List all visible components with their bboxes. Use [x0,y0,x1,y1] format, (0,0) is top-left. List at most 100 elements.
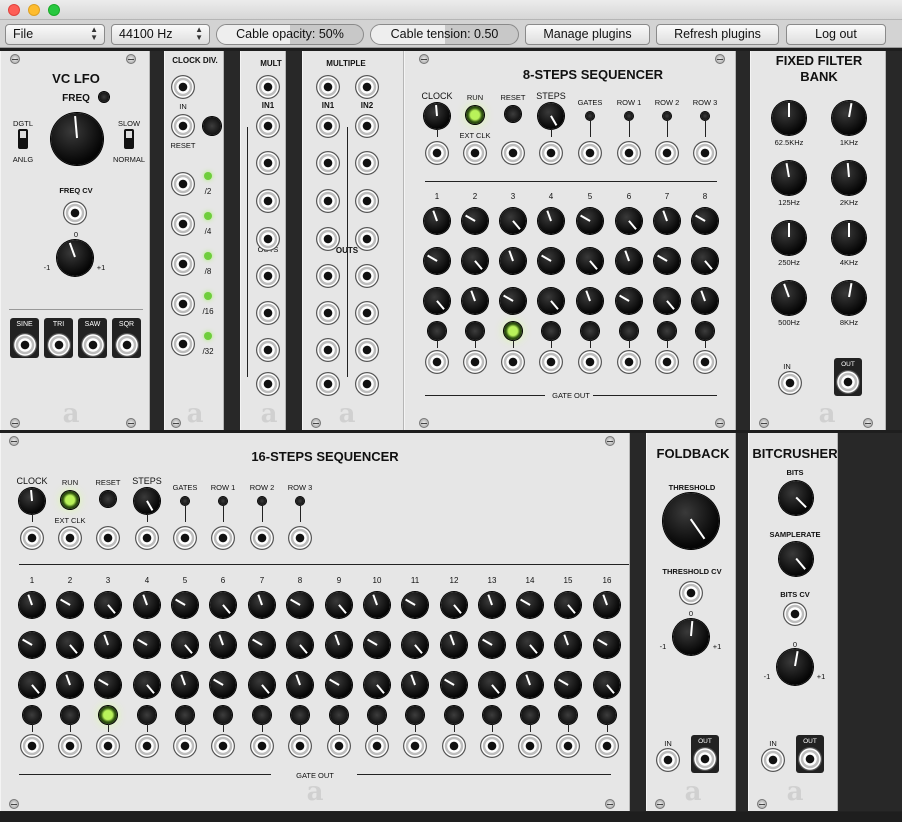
step-knob-row2[interactable] [249,632,275,658]
bits-cv-jack[interactable] [783,602,807,626]
reset-button[interactable] [505,106,521,122]
step-knob-row1[interactable] [402,592,428,618]
mult-jack[interactable] [256,301,280,325]
step-knob-row2[interactable] [517,632,543,658]
step-knob-row1[interactable] [500,208,526,234]
step-gate-out-jack[interactable] [365,734,389,758]
top-jack[interactable] [211,526,235,550]
step-gate-out-jack[interactable] [173,734,197,758]
step-knob-row1[interactable] [517,592,543,618]
step-gate-button[interactable] [330,706,348,724]
clock-knob[interactable] [424,103,450,129]
multiple-jack[interactable] [316,264,340,288]
filter-band-knob[interactable] [832,101,866,135]
step-knob-row1[interactable] [424,208,450,234]
steps-knob[interactable] [134,488,160,514]
step-knob-row1[interactable] [538,208,564,234]
step-knob-row3[interactable] [594,672,620,698]
zoom-window-icon[interactable] [48,4,60,16]
top-jack[interactable] [20,526,44,550]
step-knob-row3[interactable] [364,672,390,698]
file-menu-select[interactable]: File ▲ ▼ [5,24,105,45]
mult-jack[interactable] [256,151,280,175]
minimize-window-icon[interactable] [28,4,40,16]
step-knob-row1[interactable] [479,592,505,618]
step-gate-out-jack[interactable] [96,734,120,758]
step-gate-button[interactable] [23,706,41,724]
top-jack[interactable] [135,526,159,550]
top-jack[interactable] [173,526,197,550]
top-jack[interactable] [425,141,449,165]
step-gate-button[interactable] [521,706,539,724]
step-gate-out-jack[interactable] [595,734,619,758]
step-knob-row3[interactable] [577,288,603,314]
step-gate-out-jack[interactable] [58,734,82,758]
step-knob-row1[interactable] [134,592,160,618]
multiple-jack[interactable] [316,114,340,138]
step-knob-row1[interactable] [692,208,718,234]
step-gate-button[interactable] [598,706,616,724]
mult-jack[interactable] [256,227,280,251]
step-knob-row1[interactable] [249,592,275,618]
run-button[interactable] [466,106,484,124]
step-knob-row1[interactable] [364,592,390,618]
bits-cv-attenuator-knob[interactable] [777,649,813,685]
step-knob-row3[interactable] [95,672,121,698]
freq-cv-attenuator-knob[interactable] [57,240,93,276]
filter-band-knob[interactable] [832,281,866,315]
step-knob-row2[interactable] [555,632,581,658]
clock-knob[interactable] [19,488,45,514]
step-knob-row2[interactable] [462,248,488,274]
clock-div-reset-jack[interactable] [171,114,195,138]
step-gate-out-jack[interactable] [655,350,679,374]
step-knob-row1[interactable] [19,592,45,618]
step-knob-row2[interactable] [364,632,390,658]
mult-jack[interactable] [256,338,280,362]
step-gate-out-jack[interactable] [135,734,159,758]
step-knob-row2[interactable] [210,632,236,658]
step-gate-out-jack[interactable] [578,350,602,374]
filter-out-jack[interactable] [836,370,860,394]
step-gate-out-jack[interactable] [425,350,449,374]
step-gate-out-jack[interactable] [20,734,44,758]
step-gate-button[interactable] [253,706,271,724]
step-knob-row2[interactable] [402,632,428,658]
step-knob-row3[interactable] [249,672,275,698]
top-jack[interactable] [501,141,525,165]
step-knob-row1[interactable] [326,592,352,618]
top-jack[interactable] [693,141,717,165]
multiple-jack[interactable] [316,338,340,362]
wave-output-jack-sine[interactable] [12,333,37,357]
step-knob-row3[interactable] [462,288,488,314]
step-knob-row3[interactable] [479,672,505,698]
step-knob-row3[interactable] [210,672,236,698]
freq-cv-jack[interactable] [63,201,87,225]
step-gate-button[interactable] [504,322,522,340]
step-gate-out-jack[interactable] [327,734,351,758]
step-gate-button[interactable] [696,322,714,340]
top-jack[interactable] [250,526,274,550]
steps-knob[interactable] [538,103,564,129]
step-knob-row2[interactable] [594,632,620,658]
step-gate-button[interactable] [581,322,599,340]
step-gate-out-jack[interactable] [403,734,427,758]
filter-in-jack[interactable] [778,371,802,395]
filter-band-knob[interactable] [832,161,866,195]
step-knob-row2[interactable] [441,632,467,658]
step-knob-row3[interactable] [654,288,680,314]
step-knob-row2[interactable] [538,248,564,274]
step-knob-row3[interactable] [326,672,352,698]
step-gate-button[interactable] [483,706,501,724]
step-knob-row1[interactable] [210,592,236,618]
step-knob-row3[interactable] [500,288,526,314]
cable-opacity-slider[interactable]: Cable opacity: 50% [216,24,364,45]
step-gate-out-jack[interactable] [480,734,504,758]
step-gate-out-jack[interactable] [442,734,466,758]
step-gate-out-jack[interactable] [463,350,487,374]
clock-div-out-jack[interactable] [171,212,195,236]
step-gate-button[interactable] [138,706,156,724]
step-knob-row2[interactable] [172,632,198,658]
clock-div-out-jack[interactable] [171,332,195,356]
mult-jack[interactable] [256,189,280,213]
step-knob-row3[interactable] [517,672,543,698]
